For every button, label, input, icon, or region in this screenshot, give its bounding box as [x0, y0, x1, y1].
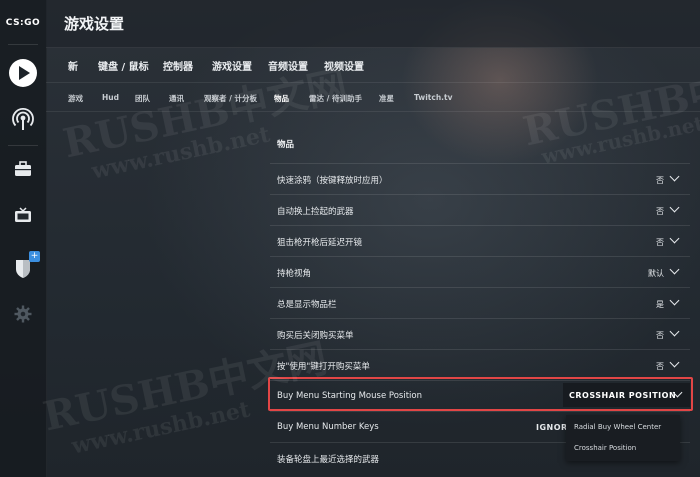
- subtab-game[interactable]: 游戏: [68, 93, 83, 104]
- dropdown-menu: Radial Buy Wheel Center Crosshair Positi…: [566, 415, 680, 461]
- setting-label: 自动换上捡起的武器: [277, 207, 354, 217]
- briefcase-icon: [15, 161, 31, 176]
- tab-controller[interactable]: 控制器: [163, 58, 193, 73]
- tab-new[interactable]: 新: [68, 58, 78, 73]
- page-title: 游戏设置: [64, 15, 125, 33]
- tab-keyboard-mouse[interactable]: 键盘 / 鼠标: [98, 58, 149, 73]
- sidebar-item-missions[interactable]: +: [8, 251, 40, 283]
- setting-label: 狙击枪开枪后延迟开镜: [277, 238, 363, 248]
- subtab-team[interactable]: 团队: [135, 93, 150, 104]
- setting-value[interactable]: 默认: [648, 268, 664, 279]
- chevron-down-icon[interactable]: [669, 295, 680, 306]
- tab-game-settings[interactable]: 游戏设置: [212, 58, 252, 73]
- broadcast-icon: [12, 108, 34, 130]
- sidebar-item-watch-tv[interactable]: [8, 201, 38, 231]
- sidebar-divider: [8, 145, 38, 146]
- dropdown-option[interactable]: Radial Buy Wheel Center: [574, 423, 661, 431]
- subtab-radar[interactable]: 雷达 / 待训助手: [309, 93, 362, 104]
- setting-value[interactable]: 否: [656, 361, 664, 372]
- chevron-down-icon[interactable]: [669, 357, 680, 368]
- dropdown-option[interactable]: Crosshair Position: [574, 444, 636, 452]
- sidebar-item-settings[interactable]: [8, 299, 38, 329]
- chevron-down-icon[interactable]: [669, 326, 680, 337]
- chevron-down-icon[interactable]: [669, 202, 680, 213]
- dropdown-selected-value: CROSSHAIR POSITION: [569, 391, 677, 400]
- setting-value[interactable]: 否: [656, 330, 664, 341]
- setting-row[interactable]: 快速涂鸦（按键释放时应用） 否: [270, 163, 690, 194]
- tv-icon: [15, 207, 31, 222]
- setting-row[interactable]: 按"使用"键打开购买菜单 否: [270, 349, 690, 380]
- setting-value[interactable]: 否: [656, 206, 664, 217]
- setting-label: 装备轮盘上最近选择的武器: [277, 455, 380, 465]
- subtab-crosshair[interactable]: 准星: [379, 93, 394, 104]
- setting-label: 快速涂鸦（按键释放时应用）: [277, 176, 388, 186]
- subtab-hud[interactable]: Hud: [102, 93, 119, 102]
- setting-value[interactable]: 是: [656, 299, 664, 310]
- subtab-twitch[interactable]: Twitch.tv: [414, 93, 453, 102]
- sidebar-item-inventory[interactable]: [8, 154, 38, 184]
- section-title: 物品: [277, 140, 295, 150]
- buy-menu-position-dropdown[interactable]: CROSSHAIR POSITION: [563, 383, 690, 407]
- chevron-down-icon[interactable]: [669, 233, 680, 244]
- chevron-down-icon[interactable]: [669, 171, 680, 182]
- setting-label: 按"使用"键打开购买菜单: [277, 362, 370, 372]
- setting-value[interactable]: 否: [656, 175, 664, 186]
- header: 游戏设置: [46, 0, 700, 48]
- setting-row[interactable]: 总是显示物品栏 是: [270, 287, 690, 318]
- tab-video-settings[interactable]: 视频设置: [324, 58, 364, 73]
- subtab-communication[interactable]: 通讯: [169, 93, 184, 104]
- new-badge: +: [29, 251, 40, 262]
- setting-row[interactable]: 持枪视角 默认: [270, 256, 690, 287]
- setting-row[interactable]: 狙击枪开枪后延迟开镜 否: [270, 225, 690, 256]
- gear-icon: [14, 305, 32, 323]
- sidebar: CS:GO +: [0, 0, 47, 477]
- chevron-down-icon[interactable]: [669, 264, 680, 275]
- setting-label: 总是显示物品栏: [277, 300, 337, 310]
- sidebar-divider: [8, 44, 38, 45]
- sidebar-item-play[interactable]: [8, 58, 38, 88]
- setting-label: Buy Menu Number Keys: [277, 422, 379, 432]
- csgo-logo: CS:GO: [5, 18, 41, 28]
- setting-label: 持枪视角: [277, 269, 312, 279]
- main-tabs: 新 键盘 / 鼠标 控制器 游戏设置 音频设置 视频设置: [46, 48, 700, 81]
- sidebar-item-watch[interactable]: [8, 105, 38, 135]
- subtab-items[interactable]: 物品: [274, 93, 289, 104]
- setting-value[interactable]: 否: [656, 237, 664, 248]
- setting-label: 购买后关闭购买菜单: [277, 331, 354, 341]
- setting-value[interactable]: IGNOR: [536, 423, 568, 432]
- sub-tabs: 游戏 Hud 团队 通讯 观察者 / 计分板 物品 雷达 / 待训助手 准星 T…: [46, 82, 700, 112]
- tab-audio-settings[interactable]: 音频设置: [268, 58, 308, 73]
- setting-row[interactable]: 购买后关闭购买菜单 否: [270, 318, 690, 349]
- play-icon: [9, 59, 37, 87]
- setting-row[interactable]: 自动换上捡起的武器 否: [270, 194, 690, 225]
- subtab-spectator-scoreboard[interactable]: 观察者 / 计分板: [204, 93, 257, 104]
